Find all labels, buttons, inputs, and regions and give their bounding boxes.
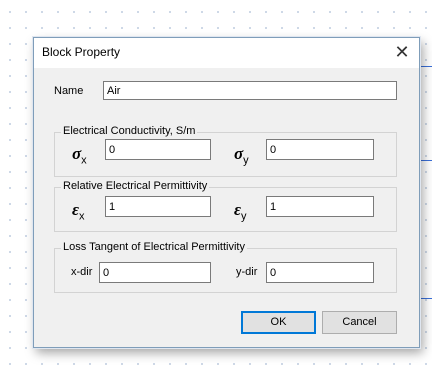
loss-tangent-group: Loss Tangent of Electrical Permittivity … (54, 241, 397, 293)
sigma-y-sub: y (243, 154, 249, 167)
canvas-edge-line (418, 66, 432, 67)
epsilon-x-sub: x (78, 210, 85, 223)
ok-button[interactable]: OK (241, 311, 316, 334)
loss-tangent-x-input[interactable] (99, 262, 211, 283)
name-label: Name (54, 85, 84, 97)
sigma-x-sub: x (81, 154, 87, 167)
x-dir-label: x-dir (71, 266, 93, 278)
conductivity-y-input[interactable] (266, 139, 374, 160)
dialog-title: Block Property (42, 45, 121, 59)
epsilon-x-glyph: ε (72, 200, 79, 219)
epsilon-x-symbol: εx (72, 200, 84, 222)
sigma-x-glyph: σ (72, 144, 82, 163)
epsilon-y-glyph: ε (234, 200, 241, 219)
conductivity-group: Electrical Conductivity, S/m σx σy (54, 125, 397, 177)
cancel-button[interactable]: Cancel (322, 311, 397, 334)
loss-tangent-y-input[interactable] (266, 262, 374, 283)
sigma-y-glyph: σ (234, 144, 244, 163)
epsilon-y-sub: y (240, 210, 247, 223)
permittivity-x-input[interactable] (105, 196, 211, 217)
epsilon-y-symbol: εy (234, 200, 246, 222)
permittivity-y-input[interactable] (266, 196, 374, 217)
sigma-x-symbol: σx (72, 144, 87, 166)
dialog-titlebar[interactable]: Block Property ✕ (34, 38, 419, 68)
canvas-edge-line (420, 298, 421, 318)
name-input[interactable] (103, 81, 397, 100)
permittivity-group-title: Relative Electrical Permittivity (61, 180, 210, 192)
loss-tangent-group-title: Loss Tangent of Electrical Permittivity (61, 241, 247, 253)
conductivity-x-input[interactable] (105, 139, 211, 160)
block-property-dialog: Block Property ✕ Name Electrical Conduct… (33, 37, 420, 348)
conductivity-group-title: Electrical Conductivity, S/m (61, 125, 198, 137)
canvas-edge-line (418, 160, 432, 161)
sigma-y-symbol: σy (234, 144, 249, 166)
close-icon[interactable]: ✕ (391, 41, 413, 63)
permittivity-group: Relative Electrical Permittivity εx εy (54, 180, 397, 232)
y-dir-label: y-dir (236, 266, 258, 278)
